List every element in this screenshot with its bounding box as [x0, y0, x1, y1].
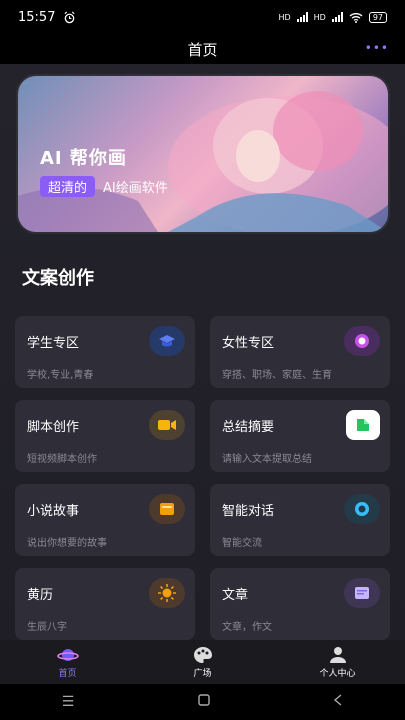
more-dots-icon[interactable]: •••: [365, 41, 389, 55]
card-title: 脚本创作: [27, 420, 80, 435]
card-subtitle: 说出你想要的故事: [27, 538, 107, 549]
card-title: 总结摘要: [222, 420, 275, 435]
card-title: 黄历: [27, 588, 54, 603]
card-title: 学生专区: [27, 336, 80, 351]
card-title: 文章: [222, 588, 249, 603]
page-title: 首页: [187, 40, 218, 59]
banner-badge: 超清的: [40, 176, 96, 197]
palette-icon: [193, 646, 212, 663]
nav-label: 个人中心: [319, 668, 356, 679]
bottom-nav: 首页 广场 个人中心: [0, 640, 405, 684]
card-script[interactable]: 脚本创作 短视频脚本创作: [15, 400, 195, 472]
section-title: 文案创作: [22, 268, 94, 289]
banner-subtitle: AI绘画软件: [103, 181, 168, 196]
sun-icon: [149, 578, 185, 608]
card-title: 小说故事: [27, 504, 80, 519]
nav-profile[interactable]: 个人中心: [298, 646, 378, 679]
home-square-icon[interactable]: [198, 694, 210, 710]
card-chat[interactable]: 智能对话 智能交流: [210, 484, 390, 556]
menu-icon[interactable]: ☰: [62, 694, 75, 710]
battery-icon: 97: [368, 11, 387, 23]
card-summary[interactable]: 总结摘要 请输入文本提取总结: [210, 400, 390, 472]
system-nav-bar: ☰: [0, 684, 405, 720]
nav-label: 广场: [193, 668, 212, 679]
female-icon: [344, 326, 380, 356]
back-icon[interactable]: [333, 694, 343, 710]
card-subtitle: 生辰八字: [27, 622, 67, 633]
signal-icon: [331, 12, 343, 22]
chat-icon: [344, 494, 380, 524]
card-subtitle: 请输入文本提取总结: [222, 454, 312, 465]
summary-icon: [346, 410, 380, 440]
main-content: AI 帮你画 超清的 AI绘画软件 文案创作 学生专区 学校,专业,青春 女性专…: [0, 64, 405, 640]
network-label-1: HD: [278, 12, 291, 22]
banner-title: AI 帮你画: [40, 148, 127, 169]
card-title: 智能对话: [222, 504, 275, 519]
article-icon: [344, 578, 380, 608]
card-subtitle: 文章，作文: [222, 622, 272, 633]
card-student[interactable]: 学生专区 学校,专业,青春: [15, 316, 195, 388]
banner[interactable]: AI 帮你画 超清的 AI绘画软件: [18, 76, 388, 232]
card-female[interactable]: 女性专区 穿搭、职场、家庭、生育: [210, 316, 390, 388]
book-icon: [149, 494, 185, 524]
graduation-cap-icon: [149, 326, 185, 356]
planet-icon: [56, 648, 79, 661]
signal-icon: [296, 12, 308, 22]
card-novel[interactable]: 小说故事 说出你想要的故事: [15, 484, 195, 556]
video-icon: [149, 410, 185, 440]
user-icon: [329, 646, 346, 663]
alarm-icon: [64, 11, 76, 23]
card-almanac[interactable]: 黄历 生辰八字: [15, 568, 195, 640]
banner-subtitle-row: 超清的 AI绘画软件: [40, 176, 168, 197]
nav-square[interactable]: 广场: [163, 646, 243, 679]
card-subtitle: 穿搭、职场、家庭、生育: [222, 370, 332, 381]
card-article[interactable]: 文章 文章，作文: [210, 568, 390, 640]
status-time: 15:57: [18, 9, 56, 25]
card-subtitle: 短视频脚本创作: [27, 454, 97, 465]
card-subtitle: 学校,专业,青春: [27, 370, 94, 381]
wifi-icon: [349, 12, 363, 23]
nav-home[interactable]: 首页: [28, 646, 108, 679]
status-bar: 15:57 HD HD 97: [0, 0, 405, 34]
nav-label: 首页: [58, 668, 77, 679]
network-label-2: HD: [313, 12, 326, 22]
app-header: 首页 •••: [0, 34, 405, 64]
card-subtitle: 智能交流: [222, 538, 262, 549]
card-title: 女性专区: [222, 336, 275, 351]
